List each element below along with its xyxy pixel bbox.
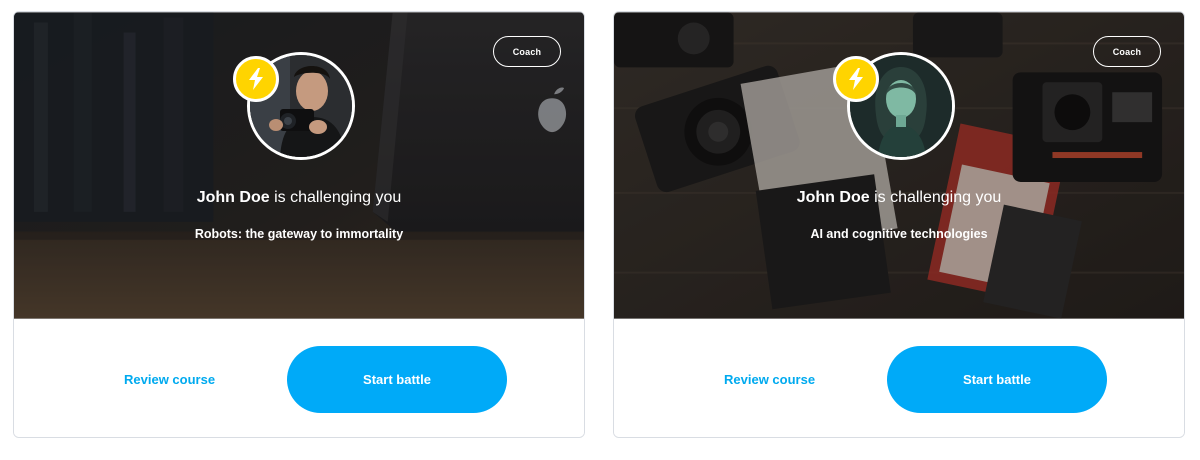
lightning-bolt-icon bbox=[833, 56, 879, 102]
challenge-card: Coach John Doe is challenging you Robots… bbox=[13, 11, 585, 438]
review-course-link[interactable]: Review course bbox=[124, 372, 215, 387]
card-footer: Review course Start battle bbox=[614, 319, 1184, 437]
card-hero: Coach John Doe is challenging you Robots… bbox=[14, 12, 584, 319]
lightning-bolt-icon bbox=[233, 56, 279, 102]
card-hero: Coach John Doe is challenging you AI and… bbox=[614, 12, 1184, 319]
challenge-card: Coach John Doe is challenging you AI and… bbox=[613, 11, 1185, 438]
card-footer: Review course Start battle bbox=[14, 319, 584, 437]
challenger-name: John Doe bbox=[796, 189, 870, 206]
challenge-suffix: is challenging you bbox=[869, 189, 1002, 206]
course-title: Robots: the gateway to immortality bbox=[194, 227, 404, 241]
coach-badge: Coach bbox=[493, 36, 561, 67]
challenge-suffix: is challenging you bbox=[269, 189, 402, 206]
challenger-name: John Doe bbox=[196, 189, 270, 206]
challenge-text: John Doe is challenging you bbox=[614, 188, 1184, 208]
start-battle-button[interactable]: Start battle bbox=[887, 346, 1107, 413]
course-title: AI and cognitive technologies bbox=[810, 227, 988, 241]
review-course-link[interactable]: Review course bbox=[724, 372, 815, 387]
start-battle-button[interactable]: Start battle bbox=[287, 346, 507, 413]
challenge-cards: Coach John Doe is challenging you Robots… bbox=[0, 0, 1200, 460]
challenge-text: John Doe is challenging you bbox=[14, 188, 584, 208]
coach-badge: Coach bbox=[1093, 36, 1161, 67]
